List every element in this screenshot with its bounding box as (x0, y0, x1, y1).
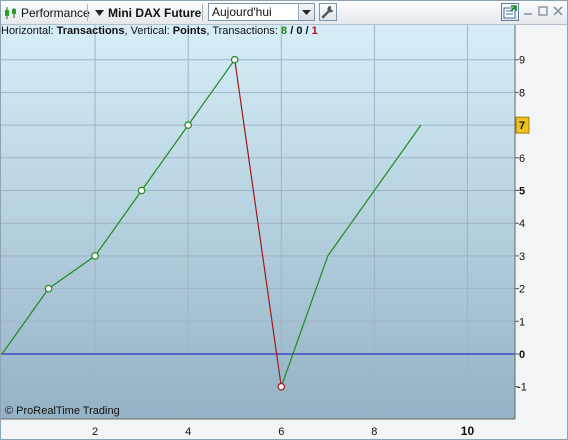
x-tick-label: 10 (461, 424, 475, 438)
y-tick-label: 2 (519, 284, 525, 296)
performance-chart[interactable]: 9876543210-1 2 4 6 8 10 (1, 25, 567, 439)
horizontal-label: Horizontal: (1, 25, 57, 37)
x-tick-label: 8 (371, 426, 377, 438)
toolbar: Performance Mini DAX Future Aujourd'hui (1, 1, 567, 25)
vertical-label: , Vertical: (124, 25, 173, 37)
chevron-down-icon[interactable] (298, 4, 314, 20)
trade-point (184, 121, 192, 129)
close-icon[interactable] (552, 4, 566, 18)
minimize-icon[interactable] (522, 4, 536, 18)
y-tick-label: -1 (517, 382, 527, 394)
transactions-label: , Transactions: (206, 25, 282, 37)
y-tick-label: 6 (519, 153, 525, 165)
x-tick-label: 4 (185, 426, 191, 438)
losing-count: 1 (311, 25, 318, 37)
wrench-icon[interactable] (319, 3, 337, 21)
y-tick-label: 8 (519, 87, 525, 99)
vertical-value: Points (172, 25, 207, 37)
y-tick-label: 3 (519, 251, 525, 263)
count-separator: / (287, 25, 297, 37)
toolbar-divider (202, 4, 203, 21)
trade-point (44, 284, 53, 293)
period-select-value: Aujourd'hui (212, 5, 272, 19)
count-separator: / (302, 25, 312, 37)
x-tick-label: 6 (278, 426, 284, 438)
candlestick-icon[interactable] (4, 1, 18, 24)
y-tick-label: 5 (519, 186, 525, 198)
y-tick-label: 9 (519, 55, 525, 67)
trade-point (91, 252, 99, 260)
toolbar-divider (87, 4, 88, 21)
export-icon[interactable] (501, 3, 519, 21)
triangle-down-icon[interactable] (95, 1, 104, 24)
maximize-icon[interactable] (537, 4, 551, 18)
horizontal-value: Transactions (56, 25, 125, 37)
performance-menu[interactable]: Performance (21, 1, 90, 24)
chart-header: Horizontal: Transactions, Vertical: Poin… (1, 25, 515, 41)
x-tick-label: 2 (92, 426, 98, 438)
trade-point (230, 55, 239, 64)
trade-point (277, 382, 286, 391)
instrument-selector[interactable]: Mini DAX Future (108, 1, 201, 24)
y-tick-label: 7 (519, 120, 525, 132)
y-tick-label: 4 (519, 218, 525, 230)
y-tick-label: 1 (519, 316, 525, 328)
copyright-credit: © ProRealTime Trading (5, 405, 120, 417)
x-axis-panel (1, 419, 515, 439)
trade-point (137, 186, 146, 195)
y-tick-label: 0 (519, 349, 525, 361)
performance-window: Performance Mini DAX Future Aujourd'hui (0, 0, 568, 440)
period-select[interactable]: Aujourd'hui (208, 3, 315, 21)
